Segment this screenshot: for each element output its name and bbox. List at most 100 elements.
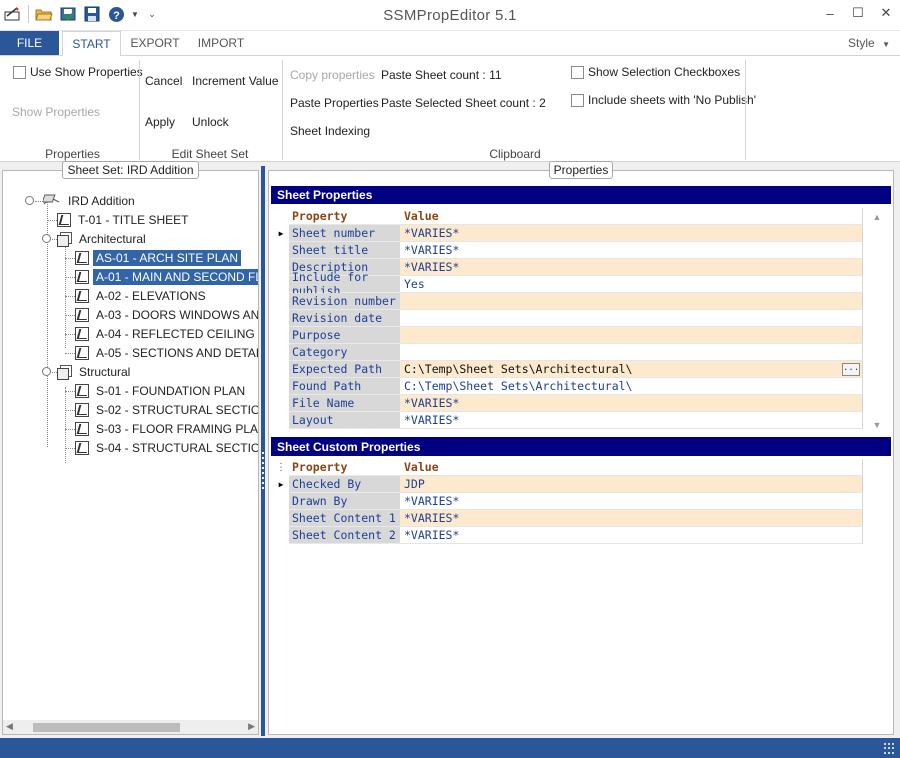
show-selection-checkboxes-label: Show Selection Checkboxes: [588, 65, 741, 79]
tab-import[interactable]: IMPORT: [190, 31, 252, 55]
scroll-right-icon[interactable]: ▶: [248, 721, 255, 732]
sheet-set-icon: [41, 192, 61, 209]
collapse-toggle-icon[interactable]: [25, 196, 34, 205]
tab-start[interactable]: START: [62, 31, 121, 56]
resize-grip-icon[interactable]: [884, 743, 896, 755]
table-row[interactable]: File Name *VARIES*: [273, 395, 863, 412]
table-row[interactable]: Sheet Content 1 *VARIES*: [273, 510, 863, 527]
show-selection-checkboxes-checkbox[interactable]: Show Selection Checkboxes: [571, 65, 740, 79]
table-row[interactable]: ▶ Checked By JDP: [273, 476, 863, 493]
property-value[interactable]: JDP: [400, 476, 863, 493]
table-row[interactable]: ▶ Sheet number *VARIES*: [273, 225, 863, 242]
property-value[interactable]: [400, 327, 863, 344]
apply-button[interactable]: Apply: [145, 115, 175, 129]
collapse-toggle-icon[interactable]: [42, 234, 51, 243]
tab-file[interactable]: FILE: [0, 31, 59, 55]
property-value[interactable]: *VARIES*: [400, 395, 863, 412]
tree-node-sheet[interactable]: T-01 - TITLE SHEET: [57, 210, 191, 229]
table-row[interactable]: Sheet Content 2 *VARIES*: [273, 527, 863, 544]
grid-header-row: Property Value: [273, 208, 863, 225]
panel-splitter[interactable]: [261, 166, 265, 736]
tree-node-sheet[interactable]: A-04 - REFLECTED CEILING P: [75, 324, 258, 343]
increment-value-button[interactable]: Increment Value: [192, 74, 279, 88]
clipboard-group-label: Clipboard: [489, 147, 541, 161]
minimize-button[interactable]: –: [816, 0, 844, 26]
table-row[interactable]: Revision date: [273, 310, 863, 327]
checkbox-box[interactable]: [13, 65, 26, 79]
table-row[interactable]: Layout *VARIES*: [273, 412, 863, 429]
property-value[interactable]: *VARIES*: [400, 412, 863, 429]
sheet-properties-header: Sheet Properties: [271, 186, 891, 204]
tree-node-sheet[interactable]: A-01 - MAIN AND SECOND FL: [75, 267, 258, 286]
table-row[interactable]: Found Path C:\Temp\Sheet Sets\Architectu…: [273, 378, 863, 395]
property-value[interactable]: [400, 344, 863, 361]
scroll-up-icon[interactable]: ▲: [870, 212, 884, 222]
copy-properties-button[interactable]: Copy properties: [290, 68, 375, 82]
sheet-icon: [75, 250, 89, 265]
tree-node-subset[interactable]: Structural: [57, 362, 133, 381]
property-value[interactable]: *VARIES*: [400, 225, 863, 242]
tree-node-sheet[interactable]: A-02 - ELEVATIONS: [75, 286, 209, 305]
tree-node-sheet[interactable]: S-04 - STRUCTURAL SECTIO: [75, 438, 258, 457]
splitter-grip-icon[interactable]: [260, 452, 266, 492]
horizontal-scrollbar[interactable]: ◀ ▶: [3, 720, 258, 734]
table-row[interactable]: Expected Path C:\Temp\Sheet Sets\Archite…: [273, 361, 863, 378]
property-value[interactable]: *VARIES*: [400, 242, 863, 259]
scroll-left-icon[interactable]: ◀: [6, 721, 13, 732]
unlock-button[interactable]: Unlock: [192, 115, 229, 129]
browse-button[interactable]: ...: [842, 363, 860, 376]
checkbox-box[interactable]: [571, 93, 584, 107]
sheet-set-panel: Sheet Set: IRD Addition IRD Addition T-0…: [2, 161, 259, 735]
paste-properties-button[interactable]: Paste Properties: [290, 96, 379, 110]
sheet-set-tree[interactable]: IRD Addition T-01 - TITLE SHEET Architec…: [3, 185, 258, 713]
scroll-down-icon[interactable]: ▼: [870, 420, 884, 430]
tree-node-sheet[interactable]: S-03 - FLOOR FRAMING PLAN: [75, 419, 258, 438]
property-value[interactable]: C:\Temp\Sheet Sets\Architectural\: [400, 378, 863, 395]
sheet-set-caption: Sheet Set: IRD Addition: [3, 161, 258, 179]
property-name: Sheet Content 1: [289, 510, 400, 527]
tree-node-sheet[interactable]: A-03 - DOORS WINDOWS AND: [75, 305, 258, 324]
show-properties-button[interactable]: Show Properties: [12, 105, 100, 119]
property-value[interactable]: *VARIES*: [400, 259, 863, 276]
scrollbar-thumb[interactable]: [33, 723, 180, 732]
property-name: Layout: [289, 412, 400, 429]
include-no-publish-checkbox[interactable]: Include sheets with 'No Publish': [571, 93, 756, 107]
sheet-properties-grid[interactable]: Property Value ▶ Sheet number *VARIES* S…: [273, 208, 863, 432]
tree-node-root[interactable]: IRD Addition: [41, 191, 138, 210]
property-value[interactable]: Yes: [400, 276, 863, 293]
tree-node-sheet[interactable]: AS-01 - ARCH SITE PLAN: [75, 248, 242, 267]
sheet-indexing-button[interactable]: Sheet Indexing: [290, 124, 370, 138]
table-row[interactable]: Revision number: [273, 293, 863, 310]
table-row[interactable]: Sheet title *VARIES*: [273, 242, 863, 259]
cancel-button[interactable]: Cancel: [145, 74, 182, 88]
tab-export[interactable]: EXPORT: [124, 31, 186, 55]
use-show-properties-checkbox[interactable]: Use Show Properties: [13, 65, 143, 79]
tree-node-label: T-01 - TITLE SHEET: [78, 212, 189, 227]
custom-properties-grid[interactable]: ⋮ Property Value ▶ Checked By JDP Drawn …: [273, 459, 863, 544]
table-row[interactable]: Include for publish Yes: [273, 270, 863, 298]
collapse-toggle-icon[interactable]: [42, 367, 51, 376]
tree-node-subset[interactable]: Architectural: [57, 229, 149, 248]
checkbox-box[interactable]: [571, 65, 584, 79]
property-value[interactable]: *VARIES*: [400, 527, 863, 544]
property-value[interactable]: C:\Temp\Sheet Sets\Architectural\ ...: [400, 361, 863, 378]
property-value[interactable]: [400, 293, 863, 310]
tree-node-sheet[interactable]: S-01 - FOUNDATION PLAN: [75, 381, 248, 400]
table-row[interactable]: Drawn By *VARIES*: [273, 493, 863, 510]
style-menu[interactable]: Style ▼: [848, 36, 890, 50]
property-value[interactable]: *VARIES*: [400, 493, 863, 510]
property-value[interactable]: *VARIES*: [400, 510, 863, 527]
subset-icon: [57, 231, 72, 247]
maximize-button[interactable]: ☐: [844, 0, 872, 26]
sheet-icon: [75, 288, 89, 303]
tree-line: [65, 391, 75, 392]
table-row[interactable]: Category: [273, 344, 863, 361]
property-value[interactable]: [400, 310, 863, 327]
tree-line: [47, 220, 57, 221]
tree-node-sheet[interactable]: S-02 - STRUCTURAL SECTIO: [75, 400, 258, 419]
tree-node-sheet[interactable]: A-05 - SECTIONS AND DETAI: [75, 343, 258, 362]
vertical-scrollbar[interactable]: ▲ ▼: [870, 208, 884, 432]
table-row[interactable]: Purpose: [273, 327, 863, 344]
close-button[interactable]: ✕: [872, 0, 900, 26]
status-bar: [0, 738, 900, 758]
